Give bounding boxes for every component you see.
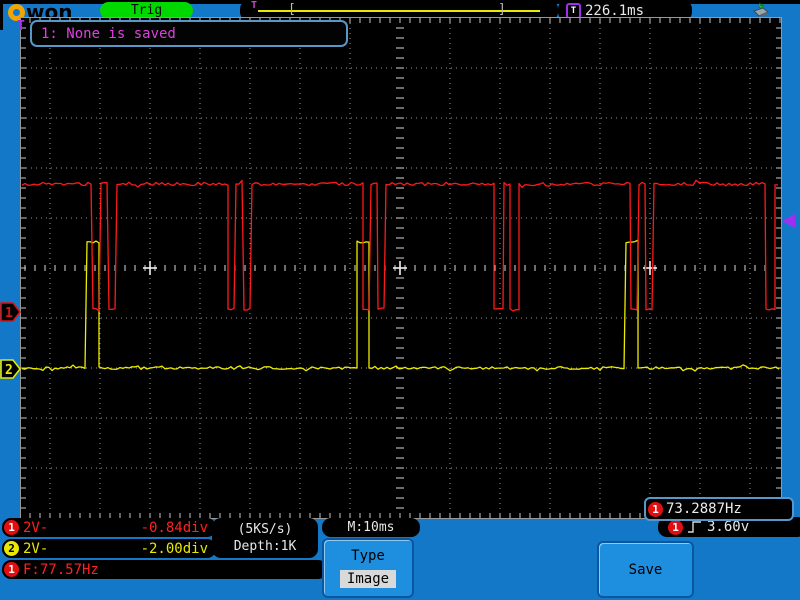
- type-label: Type: [351, 548, 385, 564]
- ch1-frequency-box: 1 F:77.57Hz: [2, 560, 327, 579]
- frequency-counter-box: 1 73.2887Hz: [644, 497, 794, 521]
- corner-sliver: [0, 0, 3, 30]
- save-button-label: Save: [628, 561, 663, 578]
- memory-depth: Depth:1K: [233, 539, 297, 554]
- ruler-window-right-bracket: ]: [498, 2, 506, 17]
- trigger-time-value: 226.1ms: [585, 2, 645, 19]
- timebase-box: M:10ms: [322, 518, 420, 537]
- ch1-badge-icon: 1: [4, 520, 19, 535]
- ch1-frequency-value: F:77.57Hz: [23, 561, 99, 578]
- message-text: 1: None is saved: [41, 25, 176, 42]
- type-selected-value[interactable]: Image: [339, 570, 397, 588]
- ruler-window-left-bracket: [: [288, 2, 296, 17]
- message-popup: 1: None is saved: [30, 20, 348, 47]
- ch2-offset: -2.00div: [140, 540, 208, 557]
- ruler-trigger-marker-icon: T: [251, 0, 258, 11]
- trigger-level-arrow-icon: [782, 214, 795, 228]
- oscilloscope-screen: { "header": { "logo_o": "o", "logo_rest"…: [0, 0, 800, 600]
- ch1-badge-icon: 1: [648, 501, 663, 517]
- trigger-position-offscreen-marker: T: [17, 19, 25, 34]
- svg-text:1: 1: [5, 306, 13, 321]
- ch1-badge-icon: 1: [4, 562, 19, 577]
- acquisition-info-box: (5KS/s) Depth:1K: [212, 518, 318, 558]
- ch1-position-marker: 1: [0, 302, 21, 322]
- ch2-volts-per-div: 2V-: [23, 540, 49, 557]
- trigger-t-badge-icon: T: [566, 2, 581, 19]
- timebase-value: M:10ms: [347, 520, 395, 535]
- ch2-info-box: 2 2V- -2.00div: [2, 539, 216, 558]
- ch1-info-box: 1 2V- -0.84div: [2, 518, 216, 537]
- ch1-badge-icon: 1: [668, 519, 683, 535]
- type-menu-button[interactable]: Type Image: [322, 538, 414, 598]
- ch2-badge-icon: 2: [4, 541, 19, 556]
- svg-text:2: 2: [5, 363, 13, 378]
- rising-edge-icon: [688, 521, 701, 533]
- frequency-counter-value: 73.2887Hz: [666, 501, 742, 517]
- ch1-offset: -0.84div: [140, 519, 208, 536]
- save-button[interactable]: Save: [597, 541, 694, 598]
- ch1-volts-per-div: 2V-: [23, 519, 49, 536]
- waveform-svg: [21, 18, 781, 518]
- trigger-status-pill: Trig: [100, 2, 193, 19]
- graticule-area: [20, 17, 782, 519]
- sample-rate: (5KS/s): [237, 522, 293, 537]
- trigger-status-label: Trig: [130, 3, 163, 18]
- trigger-level-value: 3.60v: [707, 519, 750, 535]
- ch2-position-marker: 2: [0, 359, 21, 379]
